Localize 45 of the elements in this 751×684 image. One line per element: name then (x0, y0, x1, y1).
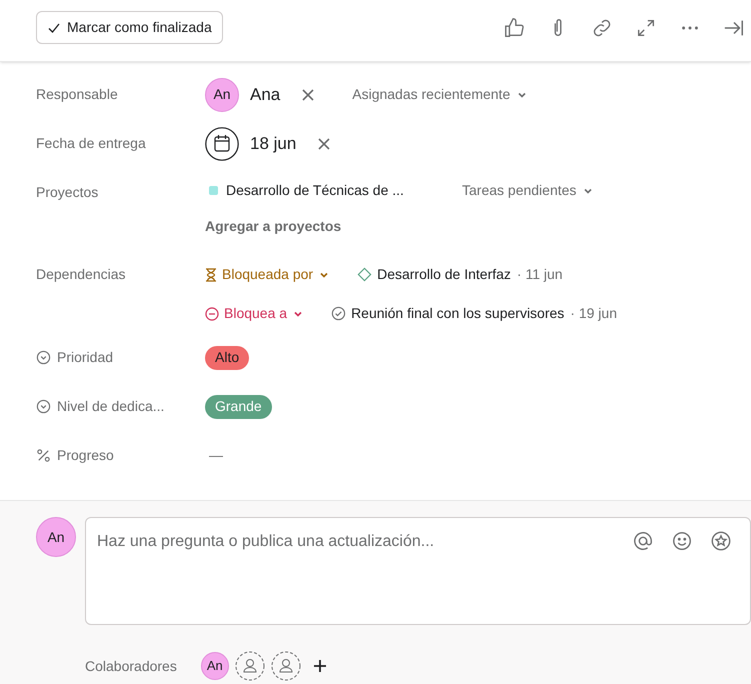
diamond-icon (357, 267, 372, 282)
task-link[interactable]: Desarrollo de Interfaz (377, 264, 511, 285)
dependency-dropdown[interactable]: Bloquea a (205, 303, 304, 324)
percent-icon (36, 448, 51, 463)
assignee-dropdown[interactable]: Asignadas recientemente (352, 84, 528, 105)
comment-box[interactable]: Haz una pregunta o publica una actualización... (85, 517, 751, 625)
task-due-date: · 19 jun (570, 304, 617, 323)
thumbs-up-icon[interactable] (503, 16, 525, 38)
empty-person-icon[interactable] (234, 651, 265, 681)
assignee-name[interactable]: Ana (250, 82, 280, 108)
due-date[interactable]: 18 jun (250, 130, 296, 156)
remove-icon[interactable] (302, 88, 314, 100)
mention-icon[interactable] (632, 530, 654, 552)
field-label: Fecha de entrega (36, 134, 146, 153)
enum-tag[interactable]: Alto (205, 346, 250, 370)
dropdown-field-icon (36, 350, 51, 365)
hourglass-icon (205, 268, 217, 282)
collaborators-label: Colaboradores (85, 656, 177, 676)
project-name[interactable]: Desarrollo de Técnicas de ... (226, 180, 462, 201)
add-icon[interactable] (312, 659, 327, 673)
calendar-icon[interactable] (205, 126, 239, 160)
add-to-projects-link[interactable]: Agregar a proyectos (205, 216, 342, 237)
user-avatar: An (205, 78, 239, 112)
field-label: Dependencias (36, 265, 126, 284)
empty-value: — (209, 446, 223, 465)
emoji-icon[interactable] (671, 530, 693, 552)
field-label: Responsable (36, 85, 118, 104)
dropdown-field-icon (36, 399, 51, 414)
enum-tag[interactable]: Grande (205, 394, 272, 418)
check-circle-icon (331, 306, 346, 321)
minus-circle-icon (205, 306, 219, 320)
field-label: Progreso (57, 446, 114, 465)
comment-placeholder: Haz una pregunta o publica una actualización... (97, 532, 436, 552)
remove-icon[interactable] (318, 138, 330, 150)
task-due-date: · 11 jun (516, 265, 563, 284)
field-label: Prioridad (57, 348, 114, 367)
mark-complete-button[interactable]: Marcar como finalizada (36, 11, 223, 44)
empty-person-icon[interactable] (270, 651, 301, 681)
task-link[interactable]: Reunión final con los supervisores (351, 303, 564, 324)
dependency-dropdown[interactable]: Bloqueada por (205, 264, 330, 285)
field-label: Nivel de dedica... (57, 397, 164, 416)
collaborator-avatar[interactable]: An (200, 652, 229, 680)
field-label: Proyectos (36, 183, 98, 202)
user-avatar: An (36, 517, 76, 557)
section-dropdown[interactable]: Tareas pendientes (462, 180, 594, 201)
